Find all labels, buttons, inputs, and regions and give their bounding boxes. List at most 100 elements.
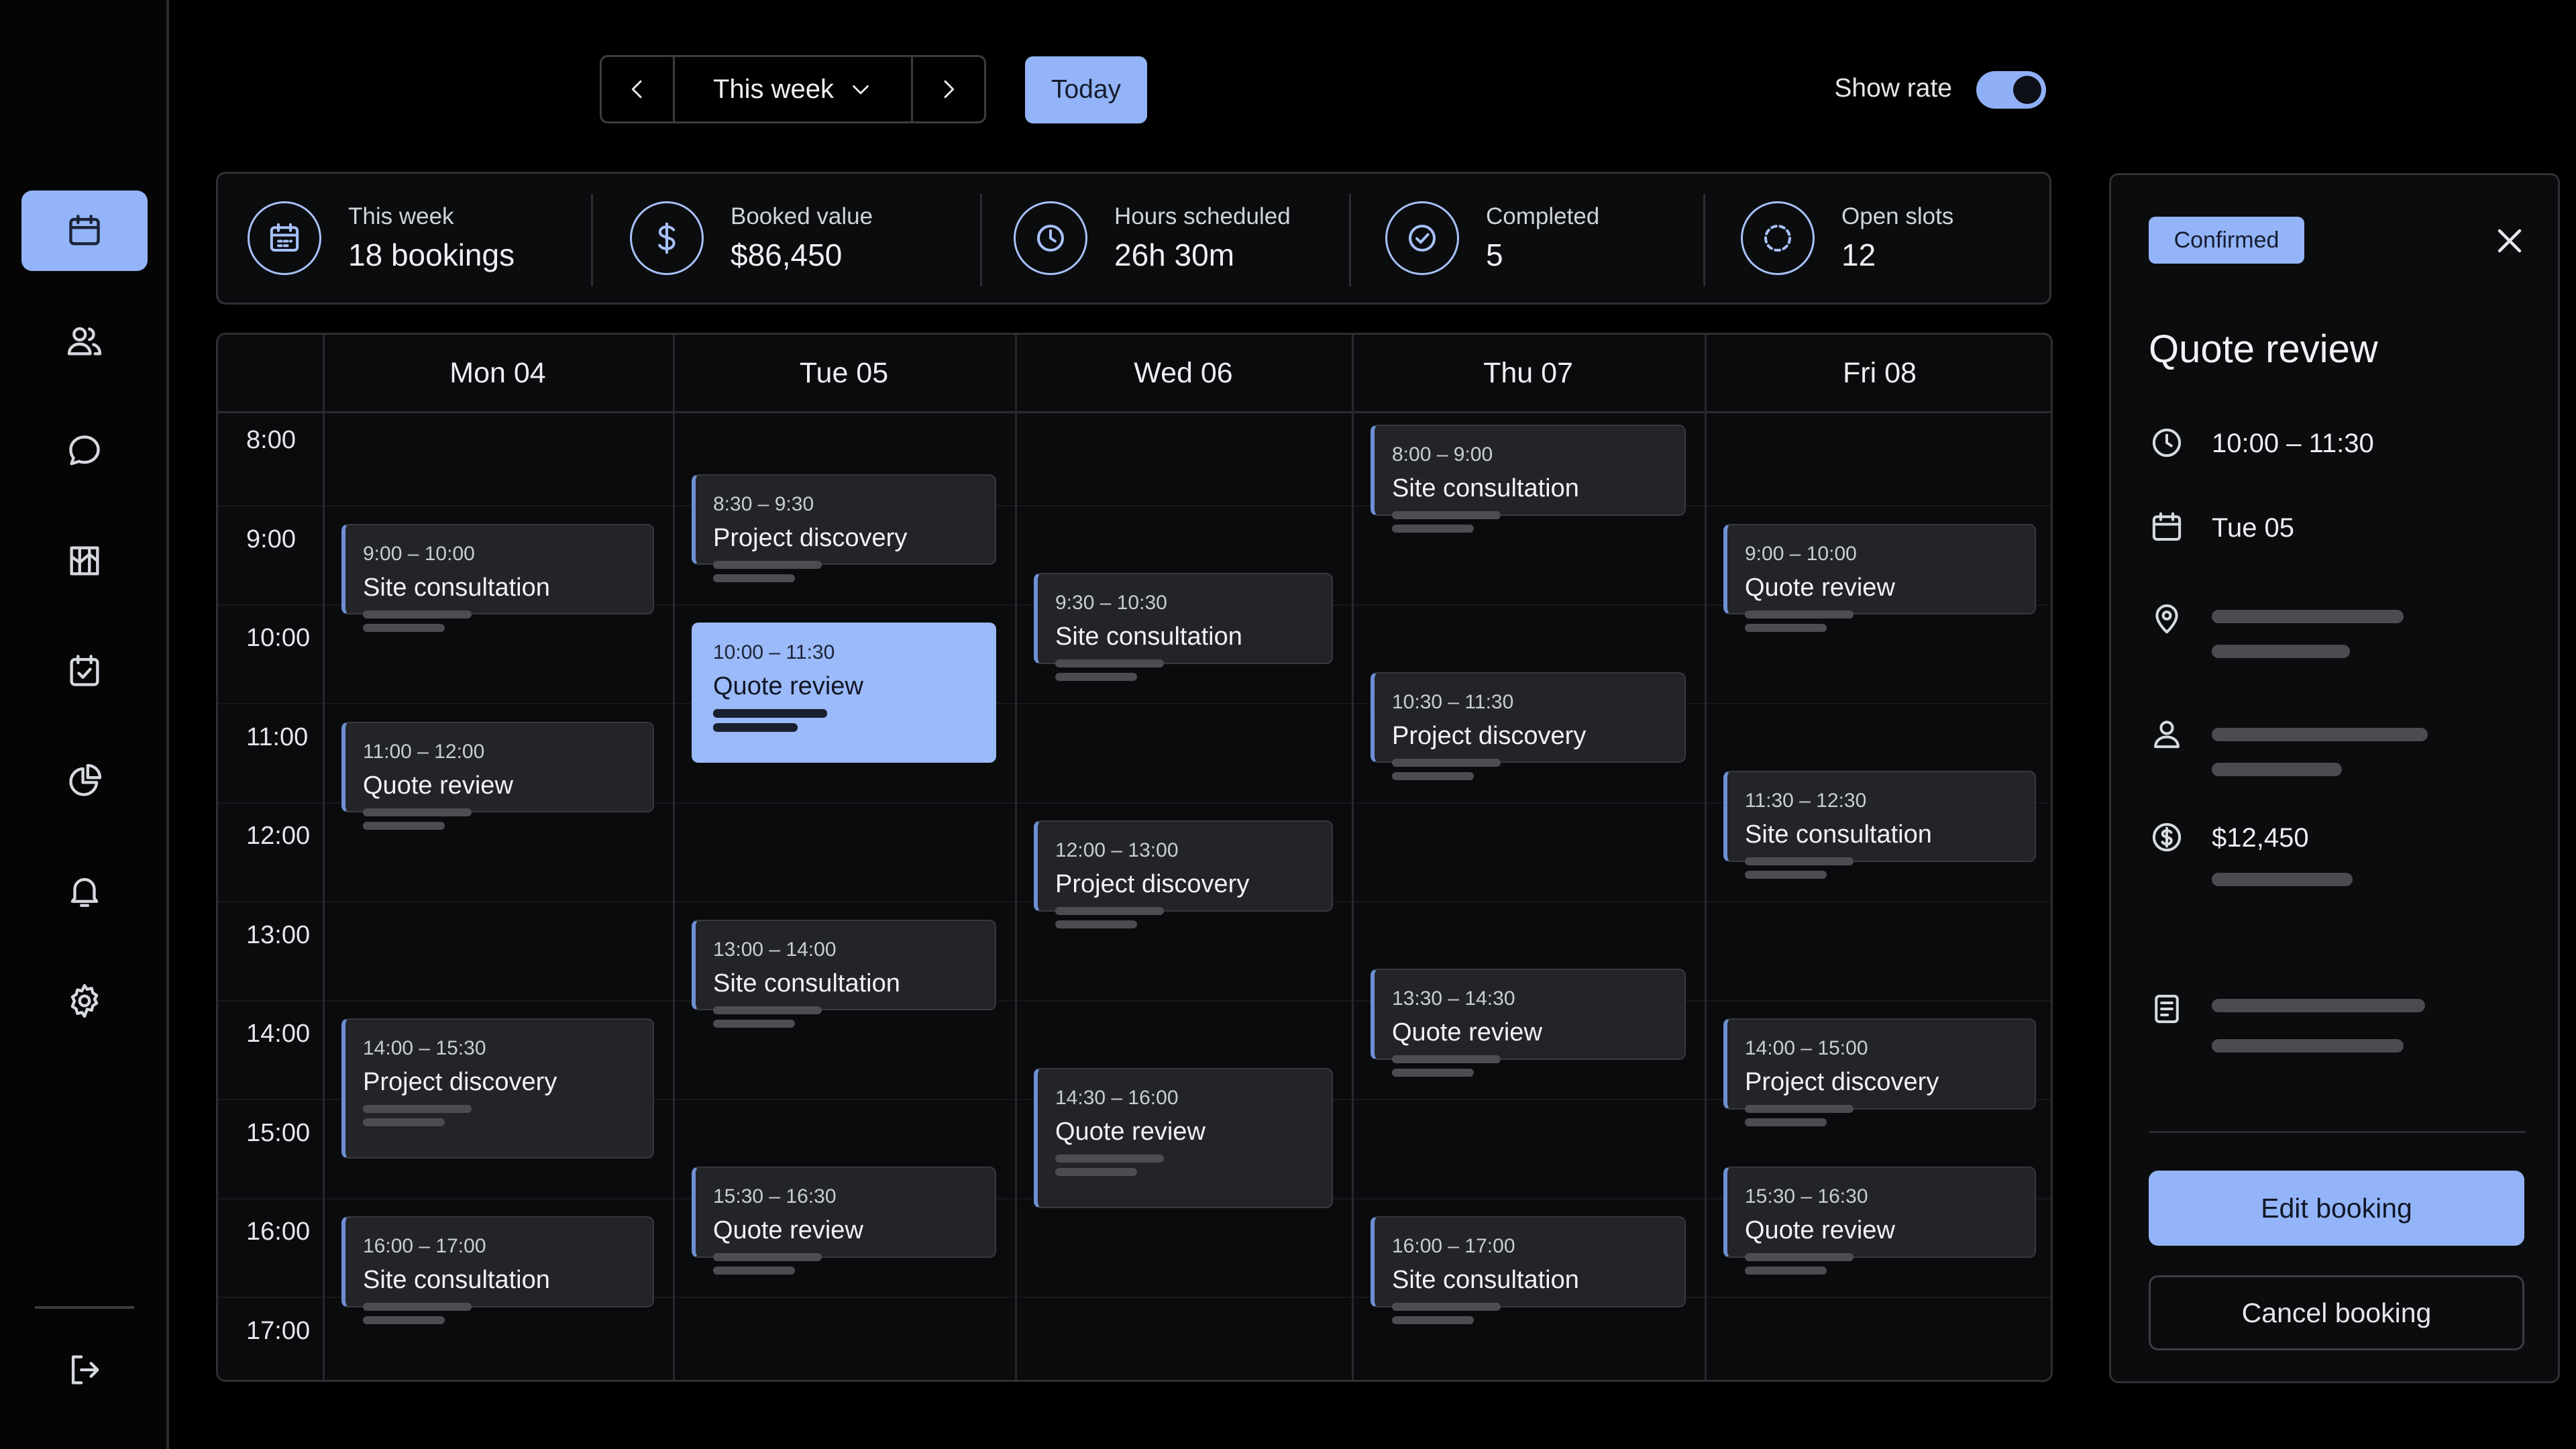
time-label: 15:00 — [246, 1118, 311, 1147]
placeholder-bar — [1055, 1167, 1137, 1176]
event-time: 16:00 – 17:00 — [363, 1235, 486, 1257]
location-pin-icon — [2149, 600, 2185, 637]
event-time: 10:30 – 11:30 — [1392, 690, 1514, 713]
close-panel-button[interactable] — [2489, 221, 2530, 261]
hour-gridline — [218, 1000, 2051, 1002]
calendar-event[interactable]: 9:00 – 10:00 Quote review — [1723, 523, 2036, 632]
nav-calendar[interactable] — [21, 191, 148, 271]
calendar-event[interactable]: 8:00 – 9:00 Site consultation — [1371, 425, 1686, 533]
sidebar-divider — [35, 1306, 134, 1309]
bell-icon — [70, 877, 99, 907]
placeholder-bar — [713, 1267, 795, 1275]
calendar-event[interactable]: 13:00 – 14:00 Site consultation — [692, 919, 996, 1028]
calendar-event[interactable]: 14:30 – 16:00 Quote review — [1034, 1067, 1333, 1208]
event-time: 14:30 – 16:00 — [1055, 1086, 1179, 1109]
placeholder-bar — [1392, 525, 1474, 533]
calendar-event[interactable]: 9:30 – 10:30 Site consultation — [1034, 573, 1333, 682]
calendar-event[interactable]: 16:00 – 17:00 Site consultation — [341, 1216, 654, 1324]
next-week-button[interactable] — [913, 57, 984, 121]
calendar-event[interactable]: 14:00 – 15:30 Project discovery — [341, 1018, 654, 1159]
pie-chart-icon — [69, 763, 102, 796]
nav-schedule[interactable] — [21, 631, 148, 711]
nav-map[interactable] — [21, 521, 148, 601]
event-title: Site consultation — [363, 1266, 550, 1294]
nav-clients[interactable] — [21, 301, 148, 381]
placeholder-bar — [363, 610, 472, 619]
nav-notifications[interactable] — [21, 851, 148, 931]
stat-value: 26h 30m — [1114, 237, 1235, 272]
placeholder-bar — [713, 574, 795, 582]
placeholder-bar — [1745, 1253, 1854, 1262]
placeholder-bar — [1745, 1267, 1827, 1275]
event-time: 8:00 – 9:00 — [1392, 443, 1493, 466]
placeholder-bar — [1055, 659, 1164, 668]
placeholder-bar — [1055, 920, 1137, 928]
chevron-right-icon — [944, 80, 955, 99]
booking-detail-panel: Confirmed Quote review 10:00 – 11:30 Tue… — [2109, 173, 2560, 1383]
event-time: 16:00 – 17:00 — [1392, 1235, 1515, 1257]
placeholder-bar — [1745, 857, 1854, 866]
calendar-event[interactable]: 14:00 – 15:00 Project discovery — [1723, 1018, 2036, 1126]
calendar-event[interactable]: 11:30 – 12:30 Site consultation — [1723, 771, 2036, 879]
calendar-event[interactable]: 9:00 – 10:00 Site consultation — [341, 523, 654, 632]
booking-date: Tue 05 — [2212, 513, 2295, 543]
calendar-event[interactable]: 11:00 – 12:00 Quote review — [341, 721, 654, 830]
placeholder-bar — [1745, 610, 1854, 619]
edit-booking-button[interactable]: Edit booking — [2149, 1171, 2524, 1246]
week-range-select[interactable]: This week — [673, 57, 913, 121]
placeholder-bar — [363, 623, 445, 632]
placeholder-bar — [713, 709, 827, 718]
event-time: 15:30 – 16:30 — [1745, 1185, 1868, 1208]
placeholder-bar — [1745, 1118, 1827, 1126]
event-title: Quote review — [1745, 573, 1895, 602]
event-time: 9:00 – 10:00 — [1745, 542, 1857, 565]
day-header-wed: Wed 06 — [1134, 356, 1233, 389]
nav-settings[interactable] — [21, 961, 148, 1041]
calendar-event[interactable]: 12:00 – 13:00 Project discovery — [1034, 820, 1333, 928]
placeholder-bar — [2212, 999, 2425, 1012]
today-button[interactable]: Today — [1025, 56, 1147, 123]
event-title: Site consultation — [1055, 623, 1242, 651]
chevron-left-icon — [631, 80, 642, 99]
calendar-icon — [248, 201, 321, 275]
stat-value: 18 bookings — [348, 237, 515, 272]
cancel-booking-button[interactable]: Cancel booking — [2149, 1275, 2524, 1350]
prev-week-button[interactable] — [602, 57, 673, 121]
placeholder-bar — [713, 1253, 822, 1262]
day-column-divider — [1015, 335, 1017, 1380]
placeholder-bar — [1055, 1154, 1164, 1163]
show-rate-toggle[interactable] — [1976, 71, 2046, 109]
event-time: 11:30 – 12:30 — [1745, 790, 1867, 812]
event-title: Project discovery — [713, 523, 908, 552]
nav-reports[interactable] — [21, 741, 148, 821]
calendar-event-selected[interactable]: 10:00 – 11:30 Quote review — [692, 623, 996, 763]
placeholder-bar — [363, 1105, 472, 1113]
placeholder-bar — [713, 723, 798, 732]
notes-icon — [2149, 991, 2185, 1027]
placeholder-bar — [713, 560, 822, 569]
event-title: Site consultation — [1745, 820, 1932, 849]
nav-messages[interactable] — [21, 411, 148, 491]
stat-booked-value: Booked value $86,450 — [630, 174, 873, 303]
time-label: 9:00 — [246, 525, 296, 553]
event-title: Project discovery — [1745, 1068, 1939, 1096]
logout-button[interactable] — [21, 1330, 148, 1410]
event-time: 8:30 – 9:30 — [713, 492, 814, 515]
dollar-circle-icon — [2149, 819, 2185, 855]
placeholder-bar — [1392, 1055, 1501, 1064]
placeholder-bar — [363, 821, 445, 830]
calendar-event[interactable]: 10:30 – 11:30 Project discovery — [1371, 672, 1686, 780]
calendar-event[interactable]: 15:30 – 16:30 Quote review — [692, 1167, 996, 1275]
calendar-event[interactable]: 8:30 – 9:30 Project discovery — [692, 474, 996, 582]
settings-icon — [70, 983, 99, 1018]
stat-label: This week — [348, 203, 454, 229]
stat-completed: Completed 5 — [1385, 174, 1599, 303]
calendar-event[interactable]: 13:30 – 14:30 Quote review — [1371, 969, 1686, 1077]
day-header-mon: Mon 04 — [449, 356, 546, 389]
placeholder-bar — [1392, 1069, 1474, 1077]
dashed-circle-icon — [1741, 201, 1815, 275]
day-column-divider — [673, 335, 675, 1380]
event-time: 10:00 – 11:30 — [713, 641, 835, 663]
calendar-event[interactable]: 15:30 – 16:30 Quote review — [1723, 1167, 2036, 1275]
calendar-event[interactable]: 16:00 – 17:00 Site consultation — [1371, 1216, 1686, 1324]
